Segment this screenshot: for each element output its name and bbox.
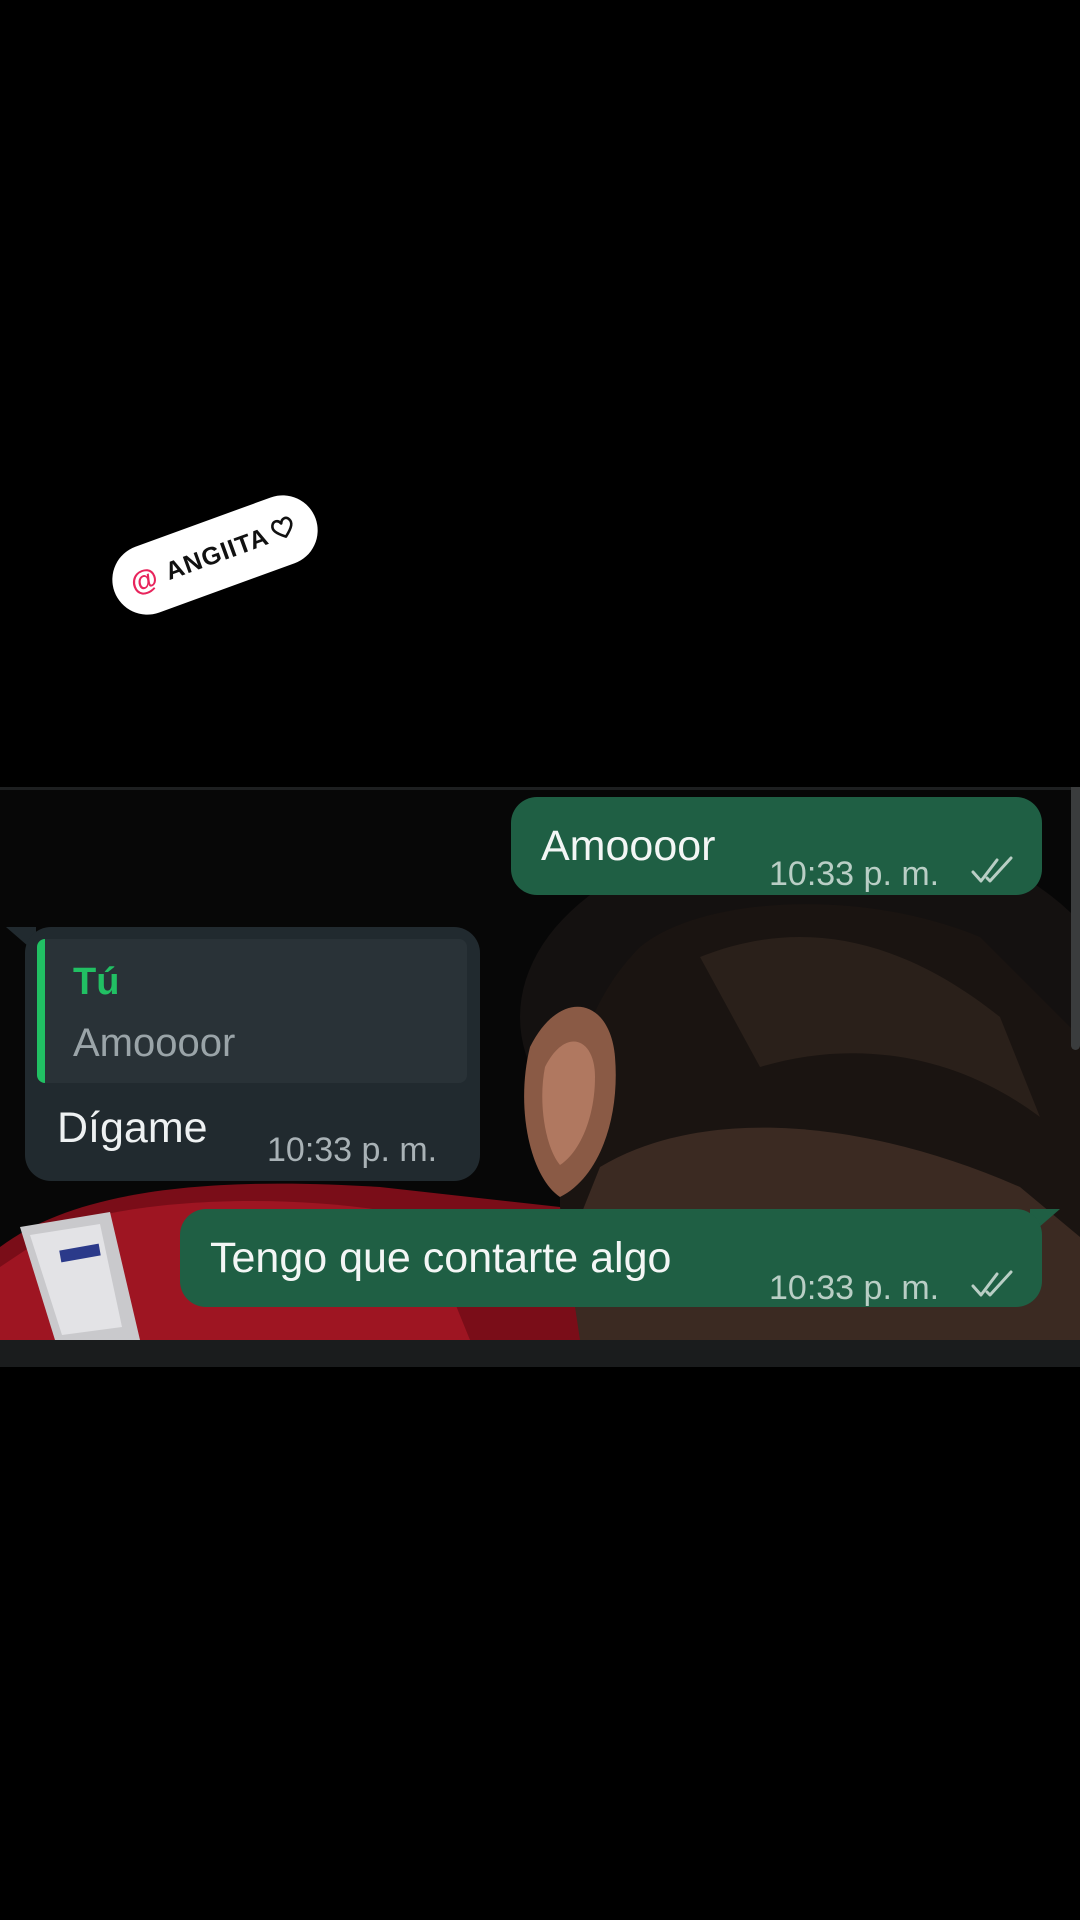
outgoing-message[interactable]: Tengo que contarte algo 10:33 p. m. <box>180 1209 1042 1307</box>
outline-heart-icon <box>266 511 301 549</box>
message-time: 10:33 p. m. <box>769 1269 940 1307</box>
incoming-message[interactable]: Tú Amoooor Dígame 10:33 p. m. <box>25 927 480 1181</box>
scrollbar[interactable] <box>1071 787 1080 1050</box>
mention-username: ANGIITA <box>161 522 273 586</box>
message-text: Tengo que contarte algo <box>210 1234 672 1282</box>
outgoing-message[interactable]: Amoooor 10:33 p. m. <box>511 797 1042 895</box>
message-text: Amoooor <box>541 822 716 870</box>
reply-accent-bar <box>37 939 45 1083</box>
story-screen: @ ANGIITA Amoooor 10:33 p. m. Tú Amoooor… <box>0 0 1080 1920</box>
message-time: 10:33 p. m. <box>769 855 940 893</box>
quoted-reply[interactable]: Tú Amoooor <box>37 939 467 1083</box>
double-check-icon <box>971 856 1019 891</box>
chat-divider <box>0 787 1080 790</box>
mention-sticker[interactable]: @ ANGIITA <box>102 485 328 625</box>
message-text: Dígame <box>57 1104 208 1152</box>
message-time: 10:33 p. m. <box>267 1131 438 1169</box>
chat-bottom-bar <box>0 1340 1080 1367</box>
reply-text: Amoooor <box>73 1021 236 1065</box>
double-check-icon <box>971 1270 1019 1305</box>
chat-screenshot: Amoooor 10:33 p. m. Tú Amoooor Dígame 10… <box>0 787 1080 1367</box>
at-symbol: @ <box>125 561 163 600</box>
reply-author: Tú <box>73 961 120 1003</box>
